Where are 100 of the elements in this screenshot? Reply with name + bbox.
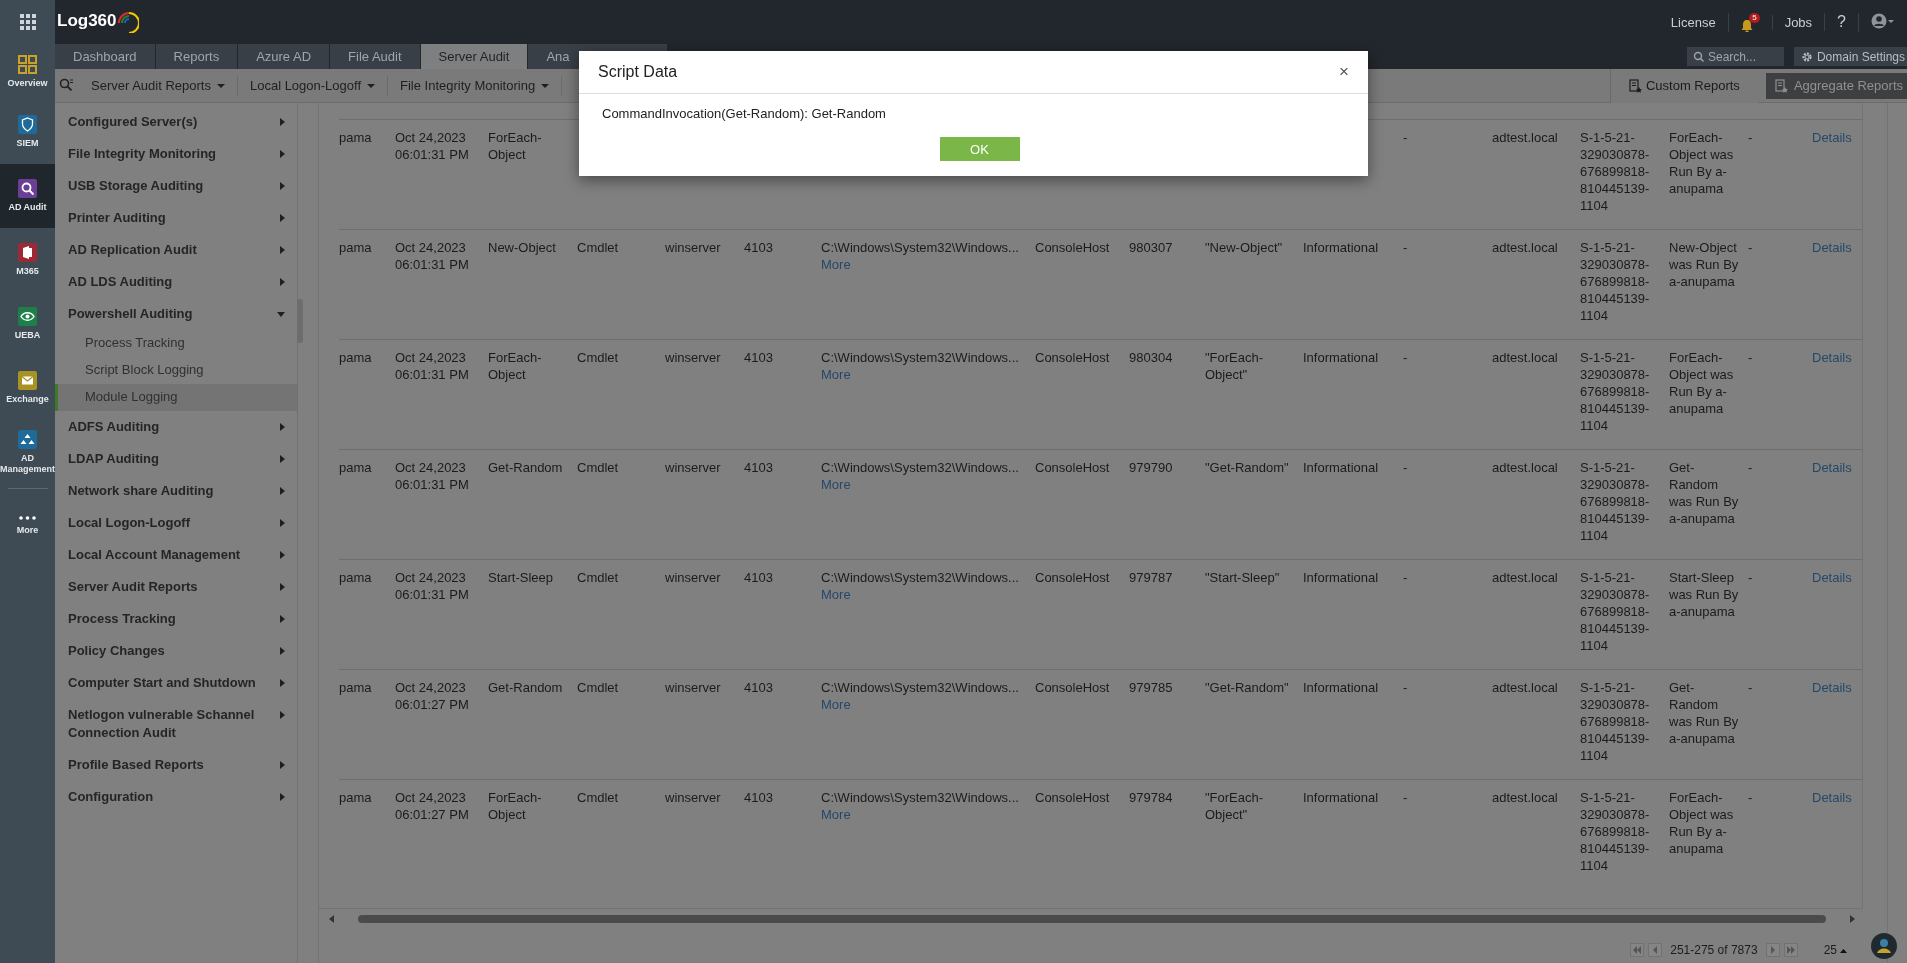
table-cell: -	[1748, 130, 1753, 145]
table-cell-text: C:\Windows\System32\Windows...	[821, 349, 1020, 366]
table-cell: -	[1403, 240, 1408, 255]
table-cell: 4103	[744, 350, 773, 365]
table-cell: ConsoleHost	[1035, 790, 1110, 805]
dialog-title: Script Data	[598, 63, 678, 81]
table-cell: Informational	[1303, 570, 1379, 585]
table-cell: winserver	[665, 460, 721, 475]
table-cell: -	[1748, 350, 1753, 365]
table-cell: -	[1403, 570, 1408, 585]
table-cell: "Get-Random"	[1205, 460, 1289, 475]
table-cell: ForEach-Object	[488, 130, 542, 162]
table-cell: pama	[339, 240, 372, 255]
table-cell: adtest.local	[1492, 350, 1558, 365]
table-cell: ForEach-Object was Run By a-anupama	[1669, 130, 1734, 196]
table-cell: 979790	[1129, 460, 1173, 475]
table-cell: S-1-5-21-329030878-676899818-810445139-1104	[1580, 680, 1650, 763]
table-cell-text: C:\Windows\System32\Windows...	[821, 459, 1020, 476]
table-cell: winserver	[665, 680, 721, 695]
table-cell: pama	[339, 790, 372, 805]
table-cell: -	[1748, 460, 1753, 475]
table-cell: -	[1403, 130, 1408, 145]
table-cell: Informational	[1303, 460, 1379, 475]
table-cell: Informational	[1303, 240, 1379, 255]
table-cell: S-1-5-21-329030878-676899818-810445139-1104	[1580, 570, 1650, 653]
table-cell: 4103	[744, 460, 773, 475]
table-cell: Cmdlet	[577, 240, 619, 255]
table-cell: Cmdlet	[577, 350, 619, 365]
table-cell: 4103	[744, 570, 773, 585]
table-cell: S-1-5-21-329030878-676899818-810445139-1104	[1580, 240, 1650, 323]
table-cell: Oct 24,2023 06:01:31 PM	[395, 240, 469, 272]
table-cell: Oct 24,2023 06:01:27 PM	[395, 790, 469, 822]
notification-count: 5	[1749, 12, 1760, 23]
table-cell: Oct 24,2023 06:01:31 PM	[395, 570, 469, 602]
table-cell: pama	[339, 130, 372, 145]
table-cell: "ForEach-Object"	[1205, 790, 1264, 822]
script-data-text: CommandInvocation(Get-Random): Get-Random	[601, 105, 887, 121]
table-cell: ConsoleHost	[1035, 570, 1110, 585]
table-cell: 4103	[744, 790, 773, 805]
table-cell: 980304	[1129, 350, 1173, 365]
table-cell: ForEach-Object was Run By a-anupama	[1669, 350, 1734, 416]
table-cell: -	[1403, 350, 1408, 365]
table-cell: "New-Object"	[1205, 240, 1283, 255]
table-cell: winserver	[665, 570, 721, 585]
table-cell: Informational	[1303, 350, 1379, 365]
table-cell: winserver	[665, 240, 721, 255]
table-cell: S-1-5-21-329030878-676899818-810445139-1104	[1580, 130, 1650, 213]
table-cell: New-Object was Run By a-anupama	[1669, 240, 1739, 289]
table-cell-text: C:\Windows\System32\Windows...	[821, 239, 1020, 256]
table-cell: 979784	[1129, 790, 1173, 805]
table-cell: adtest.local	[1492, 460, 1558, 475]
table-cell: pama	[339, 680, 372, 695]
table-cell: ForEach-Object	[488, 790, 542, 822]
table-cell: ConsoleHost	[1035, 240, 1110, 255]
table-cell-text: C:\Windows\System32\Windows...	[821, 569, 1020, 586]
app-logo-text: Log360	[57, 11, 117, 31]
table-cell: -	[1403, 460, 1408, 475]
table-cell: 4103	[744, 680, 773, 695]
table-cell: Oct 24,2023 06:01:31 PM	[395, 130, 469, 162]
table-cell: Oct 24,2023 06:01:31 PM	[395, 460, 469, 492]
table-cell: -	[1748, 570, 1753, 585]
table-cell: S-1-5-21-329030878-676899818-810445139-1104	[1580, 790, 1650, 873]
table-cell: adtest.local	[1492, 130, 1558, 145]
table-cell: -	[1748, 680, 1753, 695]
table-cell: S-1-5-21-329030878-676899818-810445139-1104	[1580, 350, 1650, 433]
table-cell: Cmdlet	[577, 570, 619, 585]
table-cell: Get-Random was Run By a-anupama	[1669, 460, 1739, 526]
table-cell: "Start-Sleep"	[1205, 570, 1280, 585]
table-cell: 980307	[1129, 240, 1173, 255]
table-cell: "Get-Random"	[1205, 680, 1289, 695]
table-cell: adtest.local	[1492, 240, 1558, 255]
table-cell: New-Object	[488, 240, 556, 255]
table-cell: Informational	[1303, 790, 1379, 805]
table-cell: adtest.local	[1492, 680, 1558, 695]
table-cell: adtest.local	[1492, 570, 1558, 585]
table-cell: S-1-5-21-329030878-676899818-810445139-1104	[1580, 460, 1650, 543]
table-cell: ConsoleHost	[1035, 680, 1110, 695]
table-cell: adtest.local	[1492, 790, 1558, 805]
table-cell: winserver	[665, 350, 721, 365]
table-cell: 979785	[1129, 680, 1173, 695]
table-cell: Start-Sleep was Run By a-anupama	[1669, 570, 1739, 619]
table-cell: pama	[339, 350, 372, 365]
table-cell: Cmdlet	[577, 460, 619, 475]
table-cell: ForEach-Object was Run By a-anupama	[1669, 790, 1734, 856]
table-cell: -	[1403, 790, 1408, 805]
table-cell: Informational	[1303, 680, 1379, 695]
table-cell: -	[1748, 240, 1753, 255]
table-cell: winserver	[665, 790, 721, 805]
table-cell: "ForEach-Object"	[1205, 350, 1264, 382]
table-cell: 4103	[744, 240, 773, 255]
table-cell: Oct 24,2023 06:01:27 PM	[395, 680, 469, 712]
table-cell: Cmdlet	[577, 680, 619, 695]
table-cell-text: C:\Windows\System32\Windows...	[821, 789, 1020, 806]
table-cell: ForEach-Object	[488, 350, 542, 382]
table-cell: Get-Random	[488, 680, 563, 695]
table-cell: Get-Random	[488, 460, 563, 475]
table-cell: pama	[339, 460, 372, 475]
table-cell: -	[1403, 680, 1408, 695]
table-cell: -	[1748, 790, 1753, 805]
table-cell-text: C:\Windows\System32\Windows...	[821, 679, 1020, 696]
